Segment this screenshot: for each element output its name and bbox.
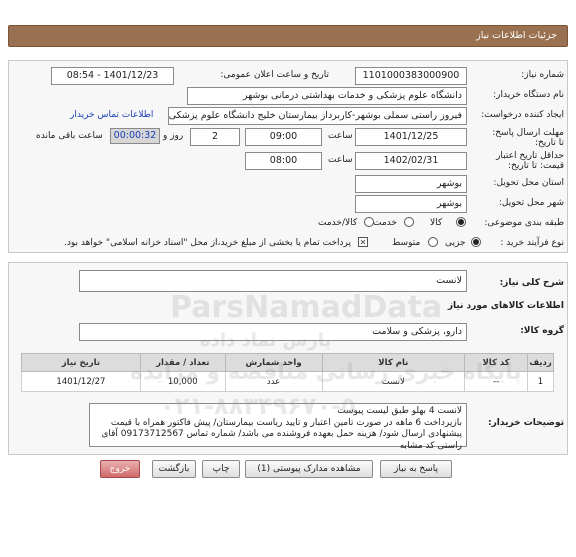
- category-radio-service[interactable]: [404, 217, 414, 227]
- validity-time-label: ساعت: [328, 155, 353, 165]
- summary-label: شرح کلی نیاز:: [499, 278, 564, 288]
- col-row: ردیف: [527, 353, 554, 372]
- category-radio-both[interactable]: [364, 217, 374, 227]
- days-label: روز و: [163, 131, 184, 141]
- deadline-label: مهلت ارسال پاسخ: تا تاریخ:: [492, 128, 564, 148]
- col-qty: تعداد / مقدار: [139, 353, 226, 372]
- cell-date: 1401/12/27: [21, 371, 141, 392]
- print-button[interactable]: چاپ: [202, 460, 240, 478]
- countdown-timer: 00:00:32: [110, 128, 160, 144]
- validity-time: 08:00: [245, 152, 322, 170]
- buyer-org-label: نام دستگاه خریدار:: [493, 90, 564, 100]
- goods-info-title: اطلاعات کالاهای مورد نیاز: [447, 301, 564, 311]
- col-unit: واحد شمارش: [224, 353, 323, 372]
- cell-row: 1: [527, 371, 554, 392]
- items-table-header: ردیف کد کالا نام کالا واحد شمارش تعداد /…: [21, 353, 554, 372]
- process-radio-minor[interactable]: [471, 237, 481, 247]
- treasury-note: پرداخت تمام یا بخشی از مبلغ خرید،از محل …: [64, 238, 352, 248]
- announce-label: تاریخ و ساعت اعلان عمومی:: [220, 70, 329, 80]
- city-value: بوشهر: [355, 195, 467, 213]
- process-label: نوع فرآیند خرید :: [500, 238, 564, 248]
- days-remaining: 2: [190, 128, 240, 146]
- summary-value: لانست: [79, 270, 467, 292]
- buyer-notes-label: توضیحات خریدار:: [488, 418, 564, 428]
- goods-group-value: دارو، پزشکی و سلامت: [79, 323, 467, 341]
- page-title: جزئیات اطلاعات نیاز: [476, 30, 557, 41]
- col-date: تاریخ نیاز: [21, 353, 141, 372]
- cell-name: لانست: [321, 371, 466, 392]
- reply-button[interactable]: پاسخ به نیاز: [380, 460, 452, 478]
- requester-value: فیروز راستی سملی بوشهر-کاربرداز بیمارستا…: [168, 107, 467, 125]
- back-button[interactable]: بازگشت: [152, 460, 196, 478]
- need-number-value: 1101000383000900: [355, 67, 467, 85]
- category-option-goods: کالا: [430, 218, 443, 228]
- deadline-time: 09:00: [245, 128, 322, 146]
- process-option-minor: جزیی: [445, 238, 466, 248]
- deadline-date: 1401/12/25: [355, 128, 467, 146]
- process-option-medium: متوسط: [392, 238, 421, 248]
- validity-date: 1402/02/31: [355, 152, 467, 170]
- need-number-label: شماره نیاز:: [521, 70, 564, 80]
- category-radio-goods[interactable]: [456, 217, 466, 227]
- validity-label: حداقل تاریخ اعتبار قیمت: تا تاریخ:: [496, 151, 564, 171]
- table-row: 1 -- لانست عدد 10,000 1401/12/27: [21, 371, 554, 392]
- col-name: نام کالا: [321, 353, 466, 372]
- items-table-wrap: ردیف کد کالا نام کالا واحد شمارش تعداد /…: [21, 353, 554, 392]
- province-label: استان محل تحویل:: [493, 178, 564, 188]
- city-label: شهر محل تحویل:: [498, 198, 564, 208]
- deadline-time-label: ساعت: [328, 131, 353, 141]
- hours-remaining-label: ساعت باقی مانده: [36, 131, 103, 141]
- category-label: طبقه بندی موضوعی:: [484, 218, 564, 228]
- items-table: ردیف کد کالا نام کالا واحد شمارش تعداد /…: [21, 353, 554, 392]
- buyer-org-value: دانشگاه علوم پزشکی و خدمات بهداشتی درمان…: [187, 87, 467, 105]
- cell-code: --: [464, 371, 529, 392]
- col-code: کد کالا: [464, 353, 529, 372]
- cell-qty: 10,000: [139, 371, 226, 392]
- goods-group-label: گروه کالا:: [520, 326, 564, 336]
- buyer-notes-text: لانست 4 بهلو طبق لیست پیوست بازپرداخت 6 …: [89, 403, 467, 451]
- process-radio-medium[interactable]: [428, 237, 438, 247]
- buyer-contact-link[interactable]: اطلاعات تماس خریدار: [70, 110, 153, 120]
- exit-button[interactable]: خروج: [100, 460, 140, 478]
- page-header: جزئیات اطلاعات نیاز: [8, 25, 568, 47]
- view-attachments-button[interactable]: مشاهده مدارک پیوستی (1): [245, 460, 373, 478]
- category-option-both: کالا/خدمت: [318, 218, 358, 228]
- announce-value: 1401/12/23 - 08:54: [51, 67, 174, 85]
- province-value: بوشهر: [355, 175, 467, 193]
- treasury-checkbox[interactable]: ✕: [358, 237, 368, 247]
- category-option-service: خدمت: [373, 218, 397, 228]
- cell-unit: عدد: [224, 371, 323, 392]
- requester-label: ایجاد کننده درخواست:: [481, 110, 564, 120]
